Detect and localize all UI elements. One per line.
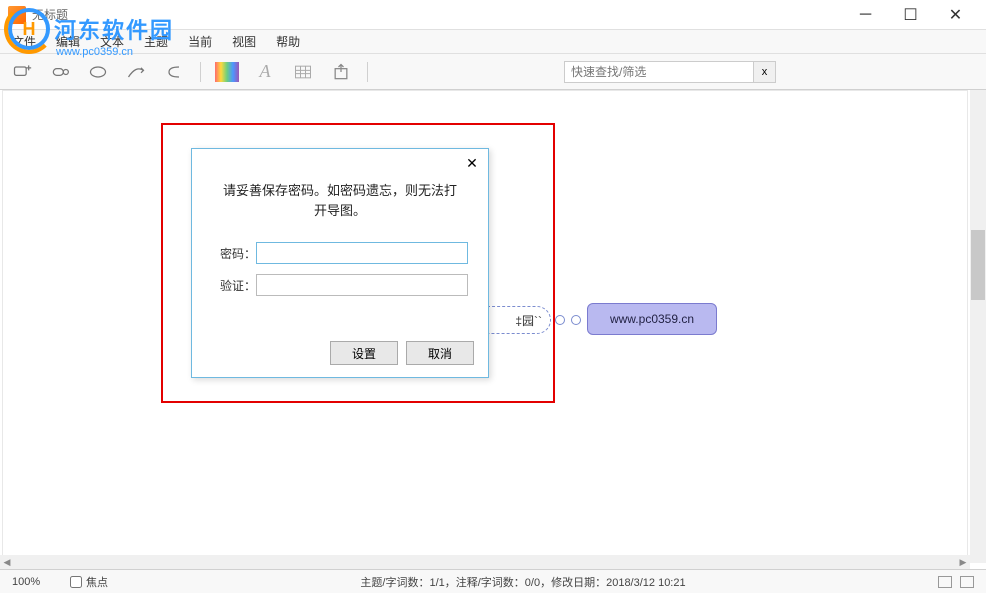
view-mode-icon-2[interactable]	[960, 576, 974, 588]
relationship-button[interactable]	[124, 60, 148, 84]
menu-help[interactable]: 帮助	[272, 31, 304, 52]
menu-edit[interactable]: 编辑	[52, 31, 84, 52]
menu-file[interactable]: 文件	[8, 31, 40, 52]
set-button[interactable]: 设置	[330, 341, 398, 365]
connector-dot	[555, 315, 565, 325]
status-bar: 100% 焦点 主题/字词数：1/1，注释/字词数：0/0，修改日期：2018/…	[0, 569, 986, 593]
toolbar: A x	[0, 54, 986, 90]
sub-topic-button[interactable]	[48, 60, 72, 84]
boundary-button[interactable]	[162, 60, 186, 84]
menu-bar: 文件 编辑 文本 主题 当前 视图 帮助	[0, 30, 986, 54]
focus-checkbox-input[interactable]	[70, 576, 82, 588]
search-input[interactable]	[564, 61, 754, 83]
view-mode-icon-1[interactable]	[938, 576, 952, 588]
font-button[interactable]: A	[253, 60, 277, 84]
maximize-button[interactable]: ☐	[888, 1, 933, 29]
vertical-scrollbar[interactable]	[970, 90, 986, 563]
minimize-button[interactable]: ─	[843, 1, 888, 29]
mindmap-node-child[interactable]: www.pc0359.cn	[587, 303, 717, 335]
close-button[interactable]: ✕	[933, 1, 978, 29]
cancel-button[interactable]: 取消	[406, 341, 474, 365]
table-button[interactable]	[291, 60, 315, 84]
menu-view[interactable]: 视图	[228, 31, 260, 52]
status-info: 主题/字词数：1/1，注释/字词数：0/0，修改日期：2018/3/12 10:…	[108, 574, 938, 590]
horizontal-scrollbar[interactable]: ◀ ▶	[0, 555, 970, 569]
zoom-level[interactable]: 100%	[12, 576, 62, 588]
password-input[interactable]	[256, 242, 468, 264]
verify-label: 验证：	[212, 277, 256, 294]
password-dialog: ✕ 请妥善保存密码。如密码遗忘，则无法打开导图。 密码： 验证： 设置 取消	[191, 148, 489, 378]
scrollbar-thumb[interactable]	[971, 230, 985, 300]
share-button[interactable]	[329, 60, 353, 84]
window-title: 无标题	[32, 6, 843, 23]
verify-input[interactable]	[256, 274, 468, 296]
canvas-area[interactable]: ‡园`` www.pc0359.cn ✕ 请妥善保存密码。如密码遗忘，则无法打开…	[0, 90, 970, 563]
color-button[interactable]	[215, 60, 239, 84]
scroll-left-arrow[interactable]: ◀	[0, 556, 14, 568]
menu-theme[interactable]: 主题	[140, 31, 172, 52]
password-label: 密码：	[212, 245, 256, 262]
connector-dot	[571, 315, 581, 325]
scroll-right-arrow[interactable]: ▶	[956, 556, 970, 568]
focus-checkbox[interactable]: 焦点	[70, 574, 108, 590]
new-topic-button[interactable]	[10, 60, 34, 84]
app-icon	[8, 6, 26, 24]
dialog-message: 请妥善保存密码。如密码遗忘，则无法打开导图。	[192, 177, 488, 236]
menu-current[interactable]: 当前	[184, 31, 216, 52]
search-clear-button[interactable]: x	[754, 61, 776, 83]
dialog-close-button[interactable]: ✕	[462, 153, 482, 173]
menu-text[interactable]: 文本	[96, 31, 128, 52]
float-topic-button[interactable]	[86, 60, 110, 84]
